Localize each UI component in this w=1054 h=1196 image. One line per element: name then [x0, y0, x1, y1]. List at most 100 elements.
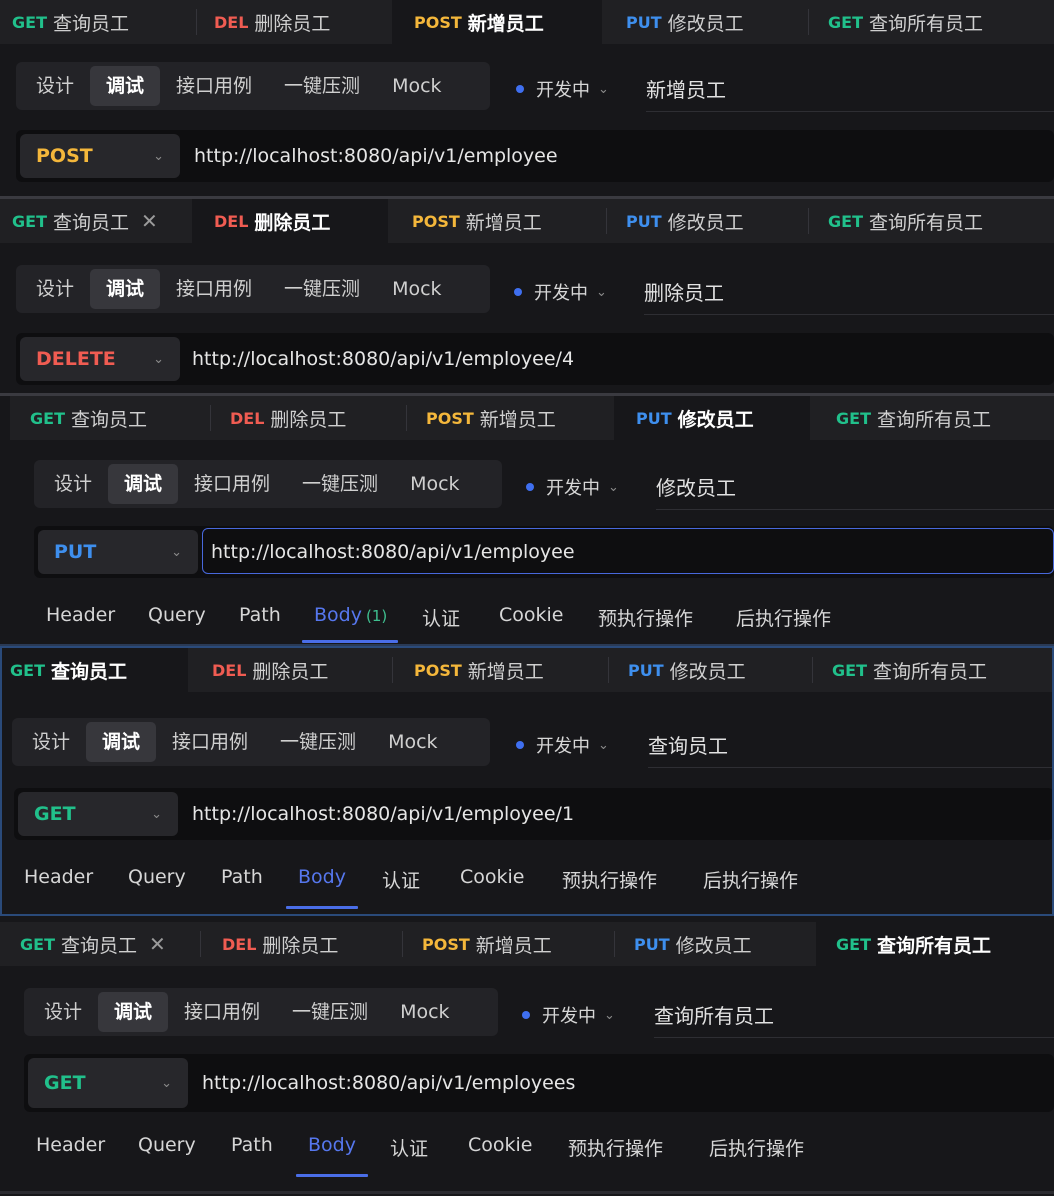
method-select[interactable]: PUT ⌄ — [38, 530, 198, 574]
tab-delete-employee[interactable]: DEL 删除员工 — [214, 0, 330, 44]
mode-mock[interactable]: Mock — [376, 269, 457, 309]
method-select[interactable]: GET ⌄ — [18, 792, 178, 836]
url-input[interactable]: http://localhost:8080/api/v1/employee — [194, 130, 558, 182]
tab-get-employee[interactable]: GET 查询员工 — [12, 0, 129, 44]
req-tab-query[interactable]: Query — [138, 1134, 196, 1156]
req-tab-pre-script[interactable]: 预执行操作 — [568, 1134, 663, 1161]
req-tab-pre-script[interactable]: 预执行操作 — [598, 604, 693, 631]
api-name-field[interactable]: 新增员工 — [646, 74, 1054, 112]
tab-delete-employee[interactable]: DEL 删除员工 — [192, 199, 388, 243]
tab-list-employees[interactable]: GET 查询所有员工 — [832, 648, 987, 692]
api-name-field[interactable]: 修改员工 — [656, 472, 1054, 510]
mode-debug[interactable]: 调试 — [90, 269, 161, 309]
url-input[interactable]: http://localhost:8080/api/v1/employee/4 — [192, 333, 574, 385]
tab-get-employee[interactable]: GET 查询员工 — [30, 396, 147, 440]
mode-load-test[interactable]: 一键压测 — [268, 269, 376, 309]
mode-debug[interactable]: 调试 — [86, 722, 157, 762]
tab-delete-employee[interactable]: DEL 删除员工 — [230, 396, 346, 440]
mode-mock[interactable]: Mock — [394, 464, 475, 504]
req-tab-header[interactable]: Header — [36, 1134, 105, 1156]
url-input[interactable]: http://localhost:8080/api/v1/employees — [202, 1054, 575, 1112]
status-dropdown[interactable]: 开发中 ⌄ — [516, 76, 609, 102]
tab-delete-employee[interactable]: DEL 删除员工 — [222, 922, 338, 966]
req-tab-pre-script[interactable]: 预执行操作 — [562, 866, 657, 893]
mode-design[interactable]: 设计 — [20, 66, 90, 106]
mode-load-test[interactable]: 一键压测 — [276, 992, 384, 1032]
api-name-field[interactable]: 查询员工 — [648, 730, 1054, 768]
chevron-down-icon: ⌄ — [598, 81, 609, 97]
tab-delete-employee[interactable]: DEL 删除员工 — [212, 648, 328, 692]
tab-get-employee[interactable]: GET 查询员工 — [0, 648, 188, 692]
mode-test-cases[interactable]: 接口用例 — [156, 722, 264, 762]
req-tab-cookie[interactable]: Cookie — [499, 604, 564, 626]
mode-test-cases[interactable]: 接口用例 — [160, 66, 268, 106]
tab-update-employee[interactable]: PUT 修改员工 — [614, 396, 810, 440]
req-tab-auth[interactable]: 认证 — [382, 866, 420, 893]
req-tab-path[interactable]: Path — [231, 1134, 273, 1156]
tab-create-employee[interactable]: POST 新增员工 — [422, 922, 552, 966]
tab-update-employee[interactable]: PUT 修改员工 — [626, 0, 744, 44]
tab-create-employee[interactable]: POST 新增员工 — [392, 0, 602, 44]
tab-get-employee[interactable]: GET 查询员工 ✕ — [12, 199, 158, 243]
status-dropdown[interactable]: 开发中 ⌄ — [526, 474, 619, 500]
tab-create-employee[interactable]: POST 新增员工 — [412, 199, 542, 243]
mode-load-test[interactable]: 一键压测 — [286, 464, 394, 504]
req-tab-cookie[interactable]: Cookie — [460, 866, 525, 888]
mode-test-cases[interactable]: 接口用例 — [168, 992, 276, 1032]
tab-list-employees[interactable]: GET 查询所有员工 — [828, 0, 983, 44]
req-tab-body[interactable]: Body (1) — [314, 604, 387, 626]
tab-get-employee[interactable]: GET 查询员工 ✕ — [20, 922, 166, 966]
req-tab-post-script[interactable]: 后执行操作 — [709, 1134, 804, 1161]
mode-mock[interactable]: Mock — [384, 992, 465, 1032]
tab-update-employee[interactable]: PUT 修改员工 — [628, 648, 746, 692]
mode-bar: 设计 调试 接口用例 一键压测 Mock — [16, 265, 490, 313]
tab-list-employees[interactable]: GET 查询所有员工 — [836, 396, 991, 440]
status-dot-icon — [516, 741, 524, 749]
tab-create-employee[interactable]: POST 新增员工 — [414, 648, 544, 692]
mode-debug[interactable]: 调试 — [90, 66, 161, 106]
tab-create-employee[interactable]: POST 新增员工 — [426, 396, 556, 440]
req-tab-query[interactable]: Query — [148, 604, 206, 626]
mode-design[interactable]: 设计 — [16, 722, 86, 762]
mode-debug[interactable]: 调试 — [98, 992, 169, 1032]
req-tab-body[interactable]: Body — [298, 866, 346, 888]
mode-load-test[interactable]: 一键压测 — [264, 722, 372, 762]
mode-test-cases[interactable]: 接口用例 — [178, 464, 286, 504]
tab-update-employee[interactable]: PUT 修改员工 — [634, 922, 752, 966]
tab-update-employee[interactable]: PUT 修改员工 — [626, 199, 744, 243]
mode-debug[interactable]: 调试 — [108, 464, 179, 504]
req-tab-header[interactable]: Header — [46, 604, 115, 626]
req-tab-auth[interactable]: 认证 — [422, 604, 460, 631]
url-input[interactable]: http://localhost:8080/api/v1/employee/1 — [192, 788, 574, 840]
close-icon[interactable]: ✕ — [149, 932, 166, 956]
api-name-field[interactable]: 删除员工 — [644, 277, 1054, 315]
method-select[interactable]: POST ⌄ — [20, 134, 180, 178]
api-name-field[interactable]: 查询所有员工 — [654, 1000, 1054, 1038]
req-tab-path[interactable]: Path — [221, 866, 263, 888]
status-dropdown[interactable]: 开发中 ⌄ — [522, 1002, 615, 1028]
url-input[interactable]: http://localhost:8080/api/v1/employee — [202, 528, 1054, 574]
req-tab-header[interactable]: Header — [24, 866, 93, 888]
req-tab-auth[interactable]: 认证 — [390, 1134, 428, 1161]
tab-list-employees[interactable]: GET 查询所有员工 — [828, 199, 983, 243]
req-tab-post-script[interactable]: 后执行操作 — [736, 604, 831, 631]
req-tab-body[interactable]: Body — [308, 1134, 356, 1156]
mode-test-cases[interactable]: 接口用例 — [160, 269, 268, 309]
mode-design[interactable]: 设计 — [20, 269, 90, 309]
method-select[interactable]: GET ⌄ — [28, 1058, 188, 1108]
mode-mock[interactable]: Mock — [376, 66, 457, 106]
req-tab-path[interactable]: Path — [239, 604, 281, 626]
chevron-down-icon: ⌄ — [608, 479, 619, 495]
tab-list-employees[interactable]: GET 查询所有员工 — [816, 922, 1054, 966]
mode-mock[interactable]: Mock — [372, 722, 453, 762]
close-icon[interactable]: ✕ — [141, 209, 158, 233]
mode-design[interactable]: 设计 — [28, 992, 98, 1032]
status-dropdown[interactable]: 开发中 ⌄ — [514, 279, 607, 305]
mode-design[interactable]: 设计 — [38, 464, 108, 504]
mode-load-test[interactable]: 一键压测 — [268, 66, 376, 106]
method-select[interactable]: DELETE ⌄ — [20, 337, 180, 381]
status-dropdown[interactable]: 开发中 ⌄ — [516, 732, 609, 758]
req-tab-cookie[interactable]: Cookie — [468, 1134, 533, 1156]
req-tab-post-script[interactable]: 后执行操作 — [703, 866, 798, 893]
req-tab-query[interactable]: Query — [128, 866, 186, 888]
